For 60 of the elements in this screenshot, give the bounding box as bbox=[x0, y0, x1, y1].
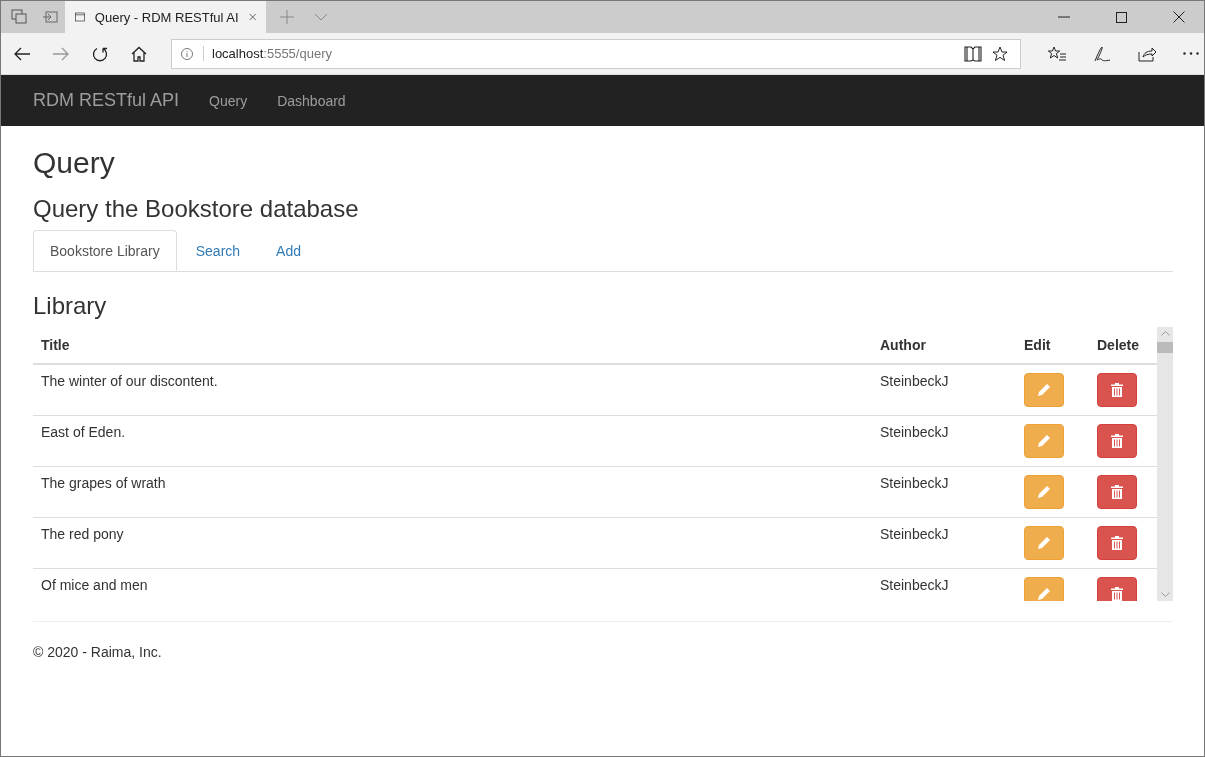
pencil-icon bbox=[1037, 536, 1051, 550]
page-icon bbox=[75, 10, 85, 24]
url-text: localhost:5555/query bbox=[203, 46, 332, 61]
share-icon[interactable] bbox=[1138, 45, 1156, 62]
delete-button[interactable] bbox=[1097, 526, 1137, 560]
table-cell: East of Eden. bbox=[33, 415, 872, 467]
pencil-icon bbox=[1037, 434, 1051, 448]
table-cell: The grapes of wrath bbox=[33, 466, 872, 518]
tab[interactable]: Add bbox=[259, 230, 318, 271]
page-subtitle: Query the Bookstore database bbox=[33, 195, 360, 223]
delete-button[interactable] bbox=[1097, 475, 1137, 509]
tabs-aside-icon[interactable] bbox=[42, 10, 58, 24]
reading-view-icon[interactable] bbox=[964, 45, 982, 62]
pencil-icon bbox=[1037, 587, 1051, 601]
delete-button[interactable] bbox=[1097, 424, 1137, 458]
brand-link[interactable]: RDM RESTful API bbox=[33, 90, 180, 111]
address-field[interactable]: localhost:5555/query bbox=[171, 38, 1021, 69]
star-icon[interactable] bbox=[992, 45, 1008, 62]
table-cell: SteinbeckJ bbox=[872, 568, 1016, 601]
table-cell: SteinbeckJ bbox=[872, 517, 1016, 569]
table-cell: SteinbeckJ bbox=[872, 466, 1016, 518]
trash-icon bbox=[1111, 587, 1123, 601]
table-cell: The winter of our discontent. bbox=[33, 364, 872, 416]
pencil-icon bbox=[1037, 383, 1051, 397]
favorites-list-icon[interactable] bbox=[1048, 45, 1066, 62]
info-icon bbox=[181, 47, 193, 60]
maximize-icon[interactable] bbox=[1116, 11, 1127, 23]
nav-link[interactable]: Dashboard bbox=[277, 92, 346, 109]
trash-icon bbox=[1111, 434, 1123, 448]
tab[interactable]: Search bbox=[178, 230, 258, 271]
browser-tab[interactable]: Query - RDM RESTful AI bbox=[65, 1, 266, 33]
table-cell: Of mice and men bbox=[33, 568, 872, 601]
page-title: Query bbox=[33, 145, 116, 181]
tab-title: Query - RDM RESTful AI bbox=[94, 9, 239, 25]
table-cell: The red pony bbox=[33, 517, 872, 569]
close-icon[interactable] bbox=[1173, 11, 1185, 23]
scrollbar-thumb[interactable] bbox=[1157, 342, 1173, 353]
trash-icon bbox=[1111, 485, 1123, 499]
nav-link[interactable]: Query bbox=[209, 92, 248, 109]
trash-icon bbox=[1111, 536, 1123, 550]
table-cell: SteinbeckJ bbox=[872, 415, 1016, 467]
column-header: Title bbox=[33, 327, 872, 364]
trash-icon bbox=[1111, 383, 1123, 397]
delete-button[interactable] bbox=[1097, 373, 1137, 407]
delete-button[interactable] bbox=[1097, 577, 1137, 601]
forward-arrow-icon[interactable] bbox=[53, 46, 69, 61]
table-cell: SteinbeckJ bbox=[872, 364, 1016, 416]
home-icon[interactable] bbox=[131, 45, 147, 62]
more-icon[interactable] bbox=[1183, 52, 1199, 55]
footer-text: © 2020 - Raima, Inc. bbox=[33, 644, 163, 660]
column-header: Edit bbox=[1016, 327, 1089, 364]
tabs-overview-icon[interactable] bbox=[11, 9, 27, 25]
tab[interactable]: Bookstore Library bbox=[33, 230, 177, 271]
refresh-icon[interactable] bbox=[92, 45, 108, 62]
scrollbar[interactable] bbox=[1157, 327, 1173, 601]
column-header: Author bbox=[872, 327, 1016, 364]
pencil-icon bbox=[1037, 485, 1051, 499]
pen-icon[interactable] bbox=[1093, 45, 1111, 62]
section-heading: Library bbox=[33, 292, 108, 320]
back-arrow-icon[interactable] bbox=[14, 46, 30, 61]
